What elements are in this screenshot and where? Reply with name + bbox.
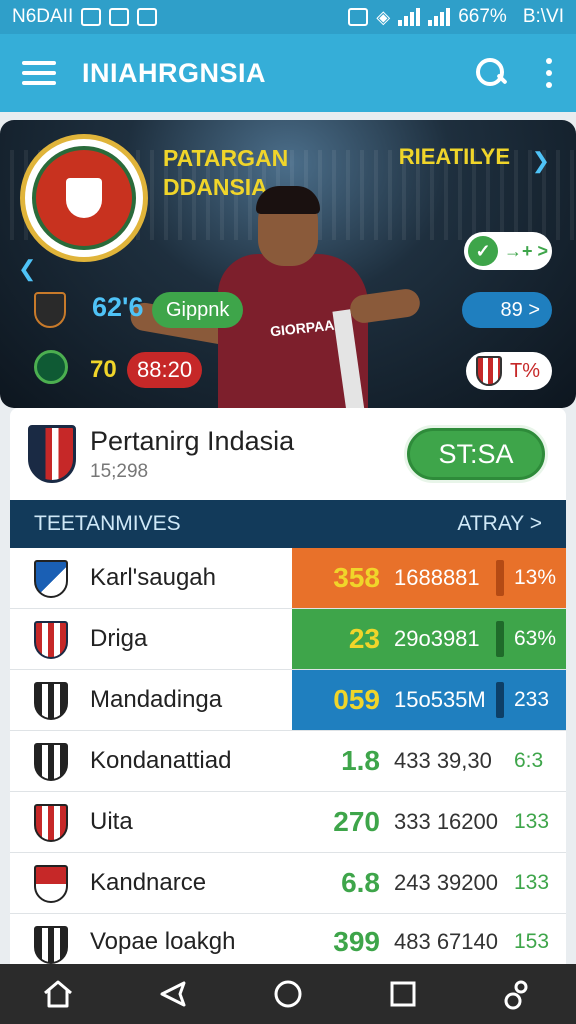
team-crest-icon — [34, 560, 68, 598]
team-crest-icon — [34, 804, 68, 842]
hero-stat-a: 62'6 — [92, 292, 144, 322]
more-options-icon[interactable] — [544, 58, 554, 88]
hero-banner[interactable]: PATARGAN DDANSIA RIEATILYE ❯ ❮ GIORPAA 6… — [0, 120, 576, 408]
toggle-arrows: →+ > — [503, 240, 549, 261]
team-crest-icon — [34, 926, 68, 964]
club-badge-green-icon — [34, 350, 68, 384]
carrier-label: N6DAII — [12, 6, 74, 27]
assistant-icon[interactable] — [498, 974, 538, 1014]
table-row[interactable]: Karl'saugah 358 1688881 13% — [10, 548, 566, 609]
table-row[interactable]: Uita 270 333 16200 133 — [10, 792, 566, 853]
team-name: Uita — [90, 808, 133, 835]
table-row[interactable]: Driga 23 29o3981 63% — [10, 609, 566, 670]
table-header-right-link[interactable]: ATRAY > — [457, 512, 542, 536]
value-bar — [496, 682, 504, 718]
team-value-1: 358 — [333, 562, 380, 593]
table-row[interactable]: Kondanattiad 1.8 433 39,30 6:3 — [10, 731, 566, 792]
wifi-icon: ◈ — [376, 6, 391, 27]
team-value-2: 433 39,30 — [394, 748, 492, 773]
hero-green-pill[interactable]: Gippnk — [152, 292, 244, 328]
team-value-2: 243 39200 — [394, 870, 498, 895]
team-value-3: 6:3 — [514, 749, 544, 772]
chevron-right-icon[interactable]: ❯ — [532, 148, 550, 174]
hero-white-pill-label: T% — [510, 359, 540, 382]
team-name: Driga — [90, 625, 148, 652]
signal-2-icon — [428, 8, 451, 26]
table-row[interactable]: Vopae loakgh 399 483 67140 153 — [10, 914, 566, 969]
league-status-button[interactable]: ST:SA — [404, 425, 548, 483]
team-value-2: 1688881 — [394, 565, 480, 590]
battery-label: 667% — [458, 6, 507, 27]
team-name: Vopae loakgh — [90, 927, 236, 955]
value-bar — [496, 621, 504, 657]
menu-icon[interactable] — [22, 61, 56, 85]
team-value-3: 133 — [514, 871, 550, 894]
hero-title-line1: PATARGAN — [163, 145, 289, 171]
chart-notification-icon — [137, 8, 158, 26]
league-card[interactable]: Pertanirg Indasia 15;298 ST:SA — [10, 408, 566, 500]
team-value-3: 63% — [514, 627, 557, 650]
club-crest-icon — [476, 356, 502, 386]
team-value-3: 153 — [514, 929, 550, 953]
system-nav-bar — [0, 964, 576, 1024]
league-subtitle: 15;298 — [90, 460, 149, 482]
team-name: Karl'saugah — [90, 564, 216, 591]
team-value-1: 399 — [333, 925, 380, 957]
team-value-1: 059 — [333, 684, 380, 715]
home-icon[interactable] — [38, 974, 78, 1014]
status-bar: N6DAII ◈ 667% B:\VI — [0, 0, 576, 34]
team-value-2: 483 67140 — [394, 928, 498, 954]
club-badge-icon — [34, 292, 66, 328]
team-value-2: 333 16200 — [394, 809, 498, 834]
team-name: Kondanattiad — [90, 747, 232, 774]
team-value-3: 133 — [514, 810, 550, 833]
team-value-1: 1.8 — [341, 745, 380, 776]
team-crest-icon — [34, 743, 68, 781]
circle-home-icon[interactable] — [268, 974, 308, 1014]
search-icon[interactable] — [474, 56, 508, 90]
table-row[interactable]: Mandadinga 059 15o535M 233 — [10, 670, 566, 731]
team-crest-icon — [34, 682, 68, 720]
team-value-1: 270 — [333, 806, 380, 837]
app-title: INIAHRGNSIA — [82, 57, 267, 88]
team-value-3: 233 — [514, 688, 550, 711]
team-value-2: 29o3981 — [394, 626, 480, 651]
clock-label: B:\VI — [522, 6, 564, 27]
notification-icon — [81, 8, 102, 26]
recents-icon[interactable] — [383, 974, 423, 1014]
team-crest-icon — [34, 621, 68, 659]
hero-red-pill: 88:20 — [127, 352, 203, 388]
value-bar — [496, 560, 504, 596]
hero-toggle[interactable]: ✓ →+ > — [464, 232, 552, 270]
table-header-left: TEETANMIVES — [34, 512, 181, 535]
team-name: Kandnarce — [90, 869, 207, 896]
team-name: Mandadinga — [90, 686, 223, 713]
table-row[interactable]: Kandnarce 6.8 243 39200 133 — [10, 853, 566, 914]
hero-white-pill[interactable]: T% — [466, 352, 552, 390]
hero-right-label: RIEATILYE — [398, 144, 510, 169]
app-notification-icon — [109, 8, 130, 26]
signal-icon — [398, 8, 421, 26]
team-crest-logo — [20, 134, 148, 262]
check-icon: ✓ — [468, 236, 498, 266]
chevron-left-icon[interactable]: ❮ — [18, 256, 36, 282]
league-crest-icon — [28, 425, 76, 483]
team-value-1: 6.8 — [341, 867, 380, 898]
team-crest-icon — [34, 865, 68, 903]
app-bar: INIAHRGNSIA — [0, 34, 576, 112]
team-value-2: 15o535M — [394, 687, 486, 712]
league-name: Pertanirg Indasia — [90, 425, 295, 456]
hero-stat-b: 70 — [90, 356, 117, 383]
back-icon[interactable] — [153, 974, 193, 1014]
team-value-1: 23 — [348, 623, 380, 654]
hero-blue-pill[interactable]: 89 > — [462, 292, 552, 328]
table-header: TEETANMIVES ATRAY > — [10, 500, 566, 548]
bluetooth-icon — [348, 8, 369, 26]
team-list: Karl'saugah 358 1688881 13% Driga 23 29o… — [10, 548, 566, 969]
team-value-3: 13% — [514, 566, 557, 589]
